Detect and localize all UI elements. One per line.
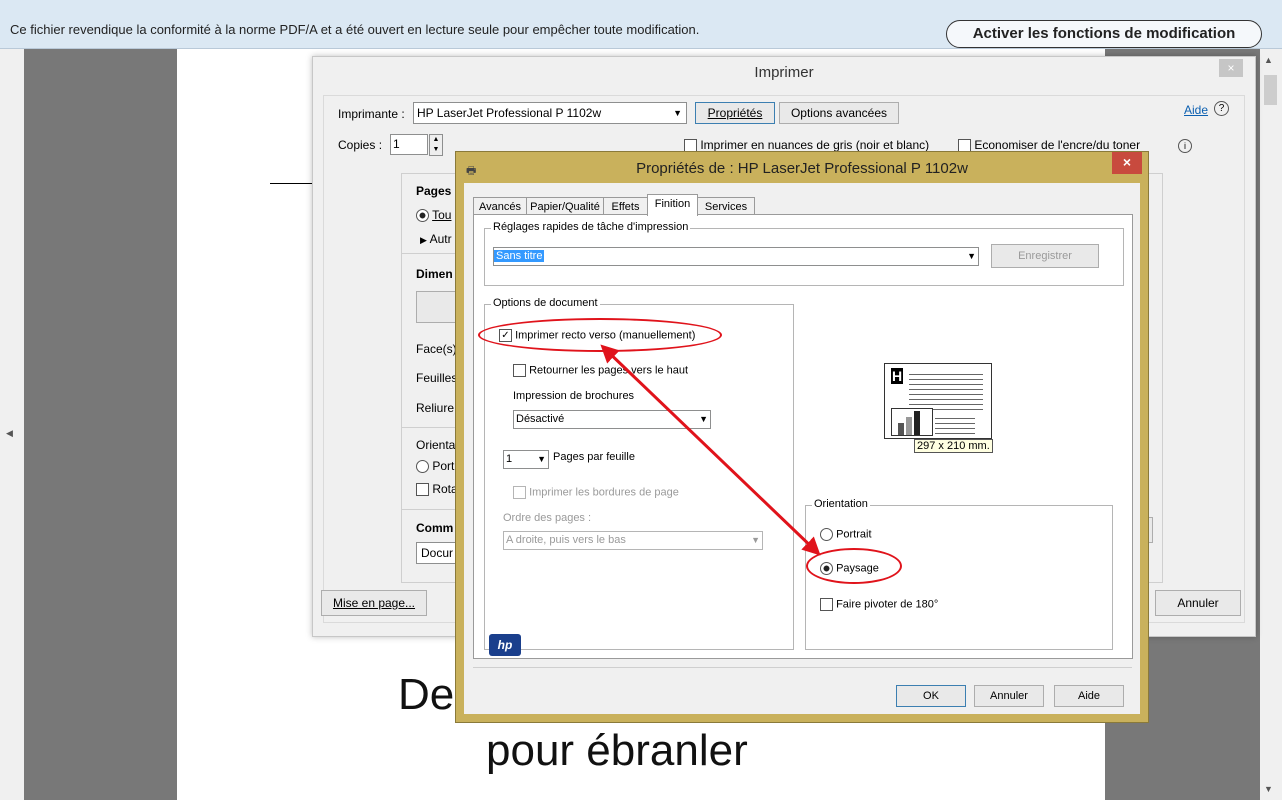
tab-finition[interactable]: Finition	[647, 194, 698, 216]
annotation-arrow	[600, 344, 821, 556]
annotation-arrow-line	[600, 344, 821, 556]
